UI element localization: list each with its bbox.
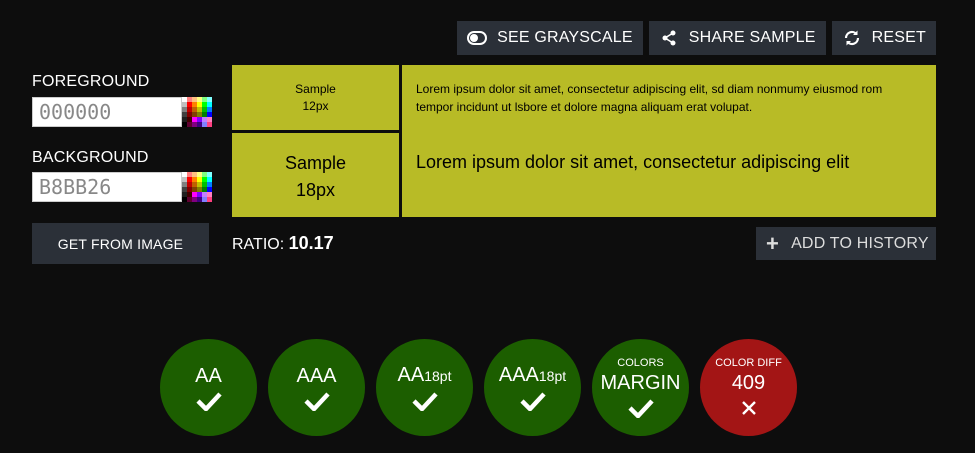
check-icon	[627, 397, 654, 419]
add-to-history-button[interactable]: + ADD TO HISTORY	[756, 227, 936, 260]
sample-preview: Sample 12px Sample 18px Lorem ipsum dolo…	[232, 65, 936, 217]
background-input[interactable]: B8BB26	[32, 172, 182, 202]
refresh-icon	[842, 28, 862, 48]
reset-label: RESET	[871, 29, 926, 46]
result-aaa: AAA	[268, 339, 365, 436]
foreground-palette-icon[interactable]	[182, 97, 212, 127]
result-main: 409	[731, 371, 766, 394]
background-palette-icon[interactable]	[182, 172, 212, 202]
sample-text-small: Lorem ipsum dolor sit amet, consectetur …	[416, 82, 883, 114]
toggle-icon	[467, 28, 488, 48]
result-top: COLOR DIFF	[715, 356, 782, 369]
sample-18px-line1: Sample	[284, 153, 347, 173]
sample-18px: Sample 18px	[232, 150, 399, 204]
reset-button[interactable]: RESET	[831, 21, 936, 55]
sample-12px: Sample 12px	[232, 81, 399, 115]
result-main: AAA	[296, 364, 337, 387]
cross-icon	[741, 397, 757, 419]
check-icon	[411, 390, 438, 412]
divider	[399, 65, 402, 217]
check-icon	[303, 390, 330, 412]
result-main: MARGIN	[600, 371, 681, 394]
sample-12px-line1: Sample	[295, 82, 336, 96]
check-icon	[195, 390, 222, 412]
result-color-diff: COLOR DIFF 409	[700, 339, 797, 436]
share-sample-button[interactable]: SHARE SAMPLE	[648, 21, 826, 55]
ratio-label: RATIO:	[232, 236, 285, 253]
result-sub: 18pt	[424, 368, 452, 384]
add-to-history-label: ADD TO HISTORY	[791, 234, 929, 252]
plus-icon: +	[766, 230, 780, 256]
share-icon	[659, 28, 679, 48]
check-icon	[519, 390, 546, 412]
sample-text-large: Lorem ipsum dolor sit amet, consectetur …	[416, 152, 850, 172]
see-grayscale-button[interactable]: SEE GRAYSCALE	[457, 21, 643, 55]
get-from-image-button[interactable]: GET FROM IMAGE	[32, 223, 209, 264]
result-colors-margin: COLORS MARGIN	[592, 339, 689, 436]
result-top: COLORS	[617, 356, 664, 369]
sample-12px-line2: 12px	[302, 99, 329, 113]
divider	[232, 130, 399, 133]
result-main: AAA	[498, 364, 539, 386]
results: AA AAA AA18pt AAA18pt COLORS MARGIN COLO…	[160, 339, 797, 436]
result-aa-18pt: AA18pt	[376, 339, 473, 436]
result-sub: 18pt	[538, 368, 567, 384]
see-grayscale-label: SEE GRAYSCALE	[497, 29, 633, 46]
result-aa: AA	[160, 339, 257, 436]
share-sample-label: SHARE SAMPLE	[688, 29, 816, 46]
ratio-value: 10.17	[288, 233, 334, 253]
result-main: AA	[397, 364, 425, 386]
result-aaa-18pt: AAA18pt	[484, 339, 581, 436]
sample-18px-line2: 18px	[295, 180, 336, 200]
foreground-input[interactable]: 000000	[32, 97, 182, 127]
foreground-label: FOREGROUND	[32, 73, 150, 90]
background-label: BACKGROUND	[32, 149, 149, 166]
contrast-ratio: RATIO: 10.17	[232, 233, 334, 254]
toolbar: SEE GRAYSCALE SHARE SAMPLE RESET	[457, 21, 936, 55]
result-main: AA	[195, 364, 222, 387]
